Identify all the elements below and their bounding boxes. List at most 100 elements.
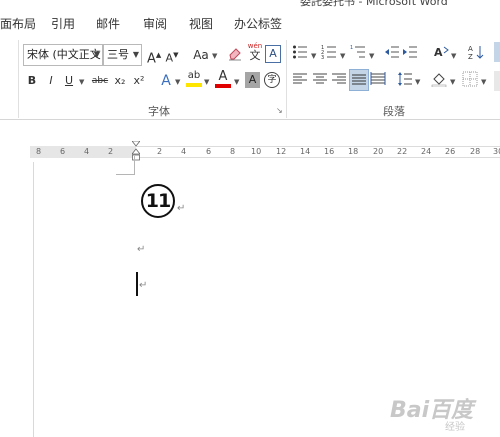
title-bar: 委託委托书 - Microsoft Word [0,0,500,8]
justify-button[interactable] [349,69,369,91]
chevron-down-icon: ▼ [234,78,240,86]
ruler-number: 26 [445,147,456,156]
bold-button[interactable]: B [26,71,38,91]
borders-button[interactable] [462,71,478,91]
highlight-button[interactable]: ab [186,69,202,89]
phonetic-guide-button[interactable]: wén 文 [246,41,264,61]
shrink-font-icon: A [165,51,174,65]
tab-page-layout[interactable]: 面布局 [0,15,36,32]
decrease-indent-button[interactable] [384,44,400,64]
svg-text:1: 1 [350,45,353,51]
tab-mailings[interactable]: 邮件 [96,15,120,32]
asian-layout-button[interactable]: A [433,44,449,64]
ruler-number: 4 [84,147,90,156]
shrink-font-button[interactable]: A▼ [165,45,179,65]
distributed-button[interactable] [370,71,386,91]
grow-font-button[interactable]: A▲ [147,45,161,67]
font-color-bar [215,84,231,88]
ribbon: 宋体 (中文正文 ▼ 三号 ▼ A▲ A▼ Aa ▼ wén 文 A B I U… [0,36,500,122]
ruler-number: 24 [421,147,432,156]
group-divider [286,40,287,118]
increase-indent-button[interactable] [402,44,418,64]
align-center-button[interactable] [312,71,328,91]
paragraph-mark: ↵ [137,244,146,255]
paragraph-group-label: 段落 [383,105,405,118]
font-color-button[interactable]: A [215,69,231,89]
multilevel-list-button[interactable]: 1 [350,44,366,64]
word-window: 委託委托书 - Microsoft Word 面布局 引用 邮件 审阅 视图 办… [0,0,500,437]
shading-button[interactable] [431,71,447,91]
sort-button[interactable]: AZ [468,44,484,64]
chevron-down-icon: ▼ [311,52,317,60]
text-effects-icon: A [161,73,171,89]
line-spacing-button[interactable] [397,71,413,91]
chevron-down-icon: ▼ [175,78,181,86]
grow-font-icon: A [147,51,156,67]
chevron-down-icon: ▼ [79,78,85,86]
font-name-select[interactable]: 宋体 (中文正文 ▼ [23,44,103,66]
numbered-list-icon: 1 2 3 [321,45,336,61]
char-shading-icon: A [248,73,257,86]
paint-bucket-icon [431,73,447,88]
font-size-value: 三号 [107,48,129,61]
tab-office-tab[interactable]: 办公标签 [234,15,282,32]
superscript-button[interactable]: x² [132,71,146,91]
sort-icon: AZ [468,45,484,61]
change-case-icon: Aa [193,48,209,62]
bullets-button[interactable] [292,44,308,64]
ruler-number: 30 [493,147,500,156]
chevron-down-icon: ▼ [369,52,375,60]
numbering-button[interactable]: 1 2 3 [321,44,337,64]
align-right-button[interactable] [331,71,347,91]
decrease-indent-icon [385,46,399,58]
watermark-sub: 经验 [445,422,465,433]
chevron-down-icon: ▼ [93,50,100,59]
clear-formatting-button[interactable] [226,45,244,65]
ruler-number: 18 [348,147,359,156]
font-group-label: 字体 [148,105,170,118]
font-color-icon: A [218,69,228,84]
svg-text:Z: Z [468,53,473,60]
dialog-launcher-icon[interactable]: ↘ [276,106,283,115]
change-case-button[interactable]: Aa [190,45,212,65]
text-effects-button[interactable]: A [158,71,174,91]
italic-button[interactable]: I [45,71,57,91]
align-center-icon [313,73,327,84]
char-border-icon: A [269,47,277,60]
ruler-number: 28 [470,147,481,156]
increase-indent-icon [403,46,417,58]
show-marks-button[interactable] [494,42,500,62]
window-title: 委託委托书 - Microsoft Word [300,0,448,8]
ruler-number: 14 [300,147,311,156]
ruler-number: 8 [230,147,236,156]
char-border-button[interactable]: A [265,45,281,63]
asian-layout-icon: A [434,46,449,59]
ruler-number: 22 [397,147,408,156]
chevron-down-icon: ▼ [340,52,346,60]
underline-button[interactable]: U [63,71,75,91]
paragraph-mark: ↵ [139,280,148,291]
tab-view[interactable]: 视图 [189,15,213,32]
chevron-down-icon: ▼ [415,78,421,86]
margin-corner-mark [116,156,135,175]
enclose-char-icon: 字 [267,75,277,85]
ribbon-overflow [494,71,500,91]
font-size-select[interactable]: 三号 ▼ [103,44,142,66]
bullet-list-icon [293,45,307,59]
tab-review[interactable]: 审阅 [143,15,167,32]
ruler-number: 6 [60,147,66,156]
align-left-button[interactable] [292,71,308,91]
ruler-number: 2 [157,147,163,156]
phonetic-bottom: 文 [249,49,261,62]
text-cursor [136,272,138,296]
ribbon-tabs: 面布局 引用 邮件 审阅 视图 办公标签 [0,8,500,36]
chevron-down-icon: ▼ [212,52,218,60]
chevron-down-icon: ▼ [450,78,456,86]
subscript-button[interactable]: x₂ [113,71,127,91]
enclose-char-button[interactable]: 字 [264,72,280,88]
group-divider [18,40,19,118]
tab-references[interactable]: 引用 [51,15,75,32]
enclosed-character[interactable]: 11 [141,184,175,218]
strikethrough-button[interactable]: abc [89,71,111,91]
char-shading-button[interactable]: A [245,72,260,88]
